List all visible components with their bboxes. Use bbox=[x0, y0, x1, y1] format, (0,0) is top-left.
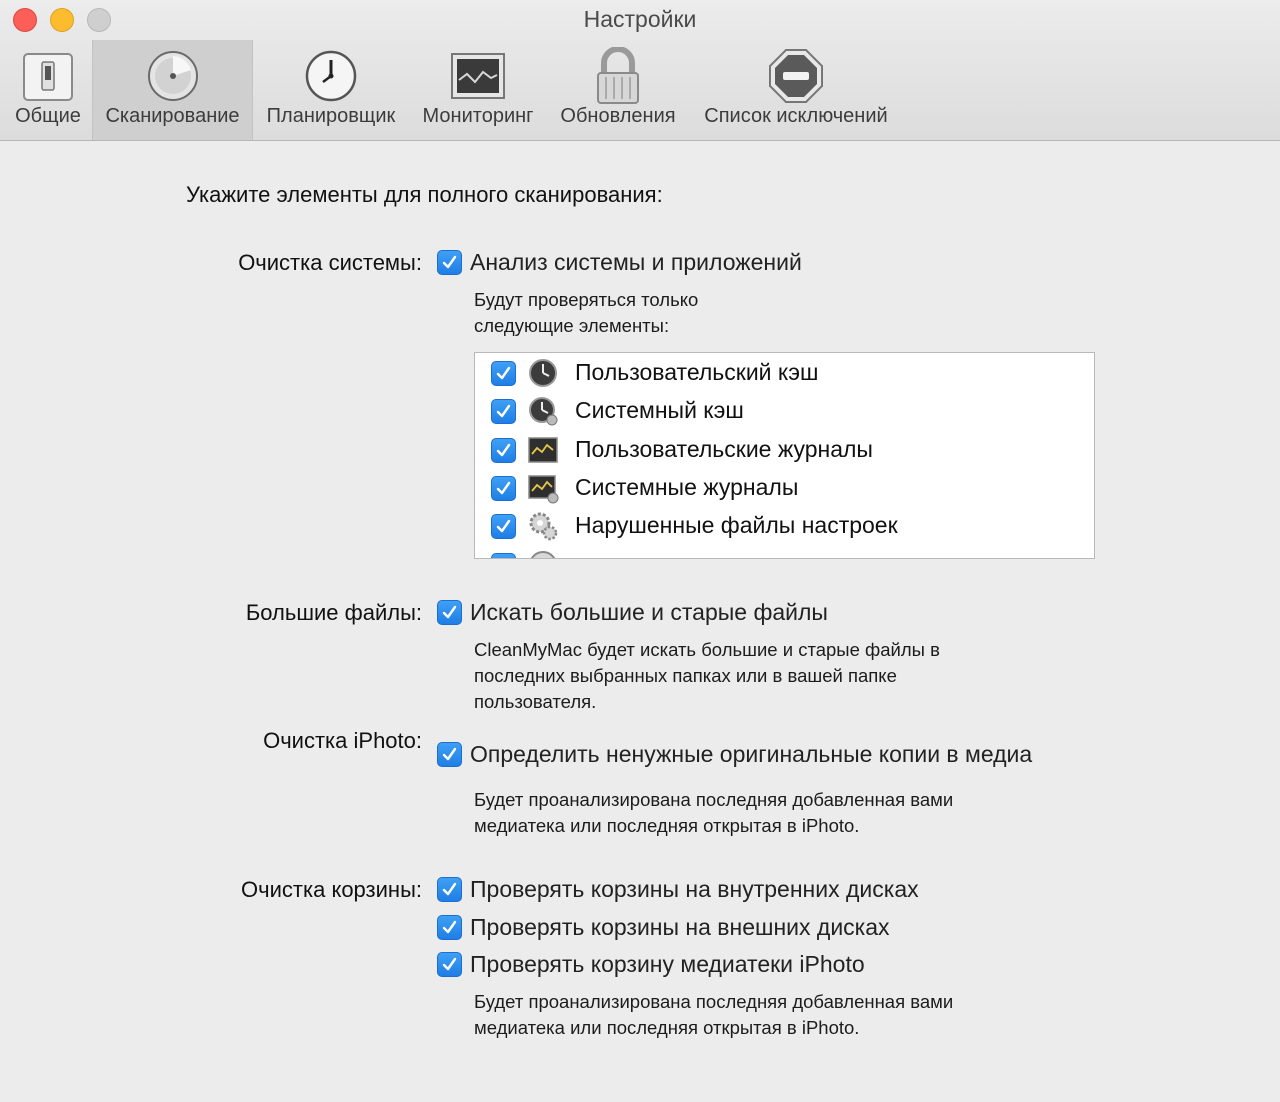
system-log-icon bbox=[528, 475, 559, 504]
tab-label: Планировщик bbox=[266, 105, 396, 127]
checkmark-icon bbox=[442, 957, 457, 971]
large-files-description: последних выбранных папках или в вашей п… bbox=[474, 665, 897, 686]
list-item-label: Пользовательские журналы bbox=[575, 436, 873, 462]
iphoto-originals-checkbox[interactable] bbox=[437, 742, 462, 767]
checkmark-icon bbox=[442, 605, 457, 619]
tab-ignore-list[interactable]: Список исключений bbox=[690, 40, 902, 140]
tab-scheduler[interactable]: Планировщик bbox=[256, 40, 406, 140]
large-files-label: Большие файлы: bbox=[245, 600, 422, 625]
lock-icon bbox=[588, 46, 648, 106]
checkmark-icon bbox=[496, 519, 511, 533]
system-items-list[interactable]: Пользовательский кэш Системный кэш Польз bbox=[474, 352, 1095, 559]
window-title: Настройки bbox=[583, 6, 697, 32]
switch-icon bbox=[18, 46, 78, 106]
preferences-window: Настройки Общие Сканирование Планировщик… bbox=[0, 0, 1280, 1102]
tab-label: Список исключений bbox=[704, 105, 888, 127]
checkmark-icon bbox=[442, 747, 457, 761]
system-logs-checkbox[interactable] bbox=[491, 476, 516, 501]
large-files-description: пользователя. bbox=[474, 691, 597, 712]
external-trash-checkbox[interactable] bbox=[437, 915, 462, 940]
iphoto-trash-checkbox[interactable] bbox=[437, 952, 462, 977]
page-heading: Укажите элементы для полного сканировани… bbox=[186, 182, 663, 207]
tab-label: Общие bbox=[15, 105, 81, 127]
iphoto-cleanup-label: Очистка iPhoto: bbox=[263, 728, 422, 753]
broken-prefs-checkbox[interactable] bbox=[491, 514, 516, 539]
partial-row-icon bbox=[530, 551, 556, 558]
system-analysis-checkbox[interactable] bbox=[437, 250, 462, 275]
checkmark-icon bbox=[442, 255, 457, 269]
system-cache-icon bbox=[529, 397, 558, 426]
tab-monitoring[interactable]: Мониторинг bbox=[412, 40, 544, 140]
large-files-option-label: Искать большие и старые файлы bbox=[470, 599, 828, 625]
tab-general[interactable]: Общие bbox=[4, 40, 92, 140]
list-item[interactable]: Системные журналы bbox=[475, 469, 1094, 507]
iphoto-trash-option-label: Проверять корзину медиатеки iPhoto bbox=[470, 951, 865, 977]
partial-row-checkbox[interactable] bbox=[491, 553, 516, 558]
iphoto-originals-option-label: Определить ненужные оригинальные копии в… bbox=[470, 741, 1033, 767]
list-item[interactable]: Нарушенные файлы настроек bbox=[475, 507, 1094, 545]
clock-icon bbox=[301, 46, 361, 106]
list-item-label: Системный кэш bbox=[575, 397, 744, 423]
list-item-label: Системные журналы bbox=[575, 474, 799, 500]
list-item-label: Нарушенные файлы настроек bbox=[575, 512, 898, 538]
trash-cleanup-label: Очистка корзины: bbox=[241, 877, 422, 902]
user-cache-checkbox[interactable] bbox=[491, 361, 516, 386]
internal-trash-checkbox[interactable] bbox=[437, 877, 462, 902]
large-files-description: CleanMyMac будет искать большие и старые… bbox=[474, 639, 940, 660]
checkmark-icon bbox=[496, 404, 511, 418]
checkmark-icon bbox=[496, 481, 511, 495]
list-item[interactable]: Пользовательский кэш bbox=[475, 354, 1094, 392]
checkmark-icon bbox=[442, 882, 457, 896]
internal-trash-option-label: Проверять корзины на внутренних дисках bbox=[470, 876, 919, 902]
system-cleanup-label: Очистка системы: bbox=[238, 250, 422, 275]
checkmark-icon bbox=[442, 920, 457, 934]
external-trash-option-label: Проверять корзины на внешних дисках bbox=[470, 914, 890, 940]
large-files-checkbox[interactable] bbox=[437, 600, 462, 625]
system-cleanup-description: Будут проверяться только bbox=[474, 289, 699, 310]
tab-label: Сканирование bbox=[105, 105, 240, 127]
system-cache-checkbox[interactable] bbox=[491, 399, 516, 424]
trash-description: медиатека или последняя открытая в iPhot… bbox=[474, 1017, 860, 1038]
monitor-icon bbox=[448, 46, 508, 106]
list-item[interactable]: Системный кэш bbox=[475, 392, 1094, 430]
log-console-icon bbox=[528, 437, 558, 463]
tab-label: Обновления bbox=[560, 105, 676, 127]
system-cleanup-description: следующие элементы: bbox=[474, 315, 670, 336]
tab-updates[interactable]: Обновления bbox=[552, 40, 684, 140]
trash-description: Будет проанализирована последняя добавле… bbox=[474, 991, 954, 1012]
iphoto-description: медиатека или последняя открытая в iPhot… bbox=[474, 815, 860, 836]
user-logs-checkbox[interactable] bbox=[491, 438, 516, 463]
cache-clock-icon bbox=[529, 359, 557, 387]
list-item[interactable]: Пользовательские журналы bbox=[475, 431, 1094, 469]
stop-icon bbox=[766, 46, 826, 106]
tab-scan[interactable]: Сканирование bbox=[92, 40, 253, 140]
gears-icon bbox=[529, 512, 558, 541]
tab-label: Мониторинг bbox=[422, 105, 534, 127]
disk-icon bbox=[143, 46, 203, 106]
checkmark-icon bbox=[496, 366, 511, 380]
list-item-label: Пользовательский кэш bbox=[575, 359, 819, 385]
checkmark-icon bbox=[496, 443, 511, 457]
iphoto-description: Будет проанализирована последняя добавле… bbox=[474, 789, 954, 810]
toolbar: Настройки Общие Сканирование Планировщик… bbox=[0, 0, 1280, 141]
system-analysis-option-label: Анализ системы и приложений bbox=[470, 249, 802, 275]
list-item-partial[interactable] bbox=[475, 546, 1094, 558]
